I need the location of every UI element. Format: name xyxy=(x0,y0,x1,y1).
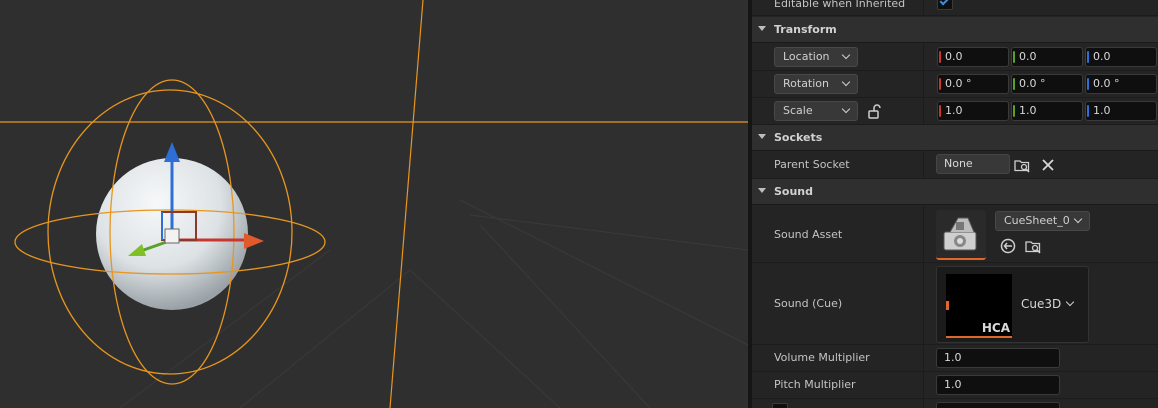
pitch-multiplier-label: Pitch Multiplier xyxy=(774,378,856,391)
details-panel: Editable when Inherited Transform Locati… xyxy=(752,0,1158,408)
sound-cue-thumbnail: HCA xyxy=(946,274,1012,338)
sound-cue-row: Sound (Cue) HCA Cue3D xyxy=(752,263,1158,345)
parent-socket-row: Parent Socket None xyxy=(752,151,1158,179)
location-y-value: 0.0 xyxy=(1019,50,1037,63)
parent-socket-value-text: None xyxy=(944,157,973,170)
use-selected-icon[interactable] xyxy=(1000,238,1016,254)
scale-z-value: 1.0 xyxy=(1093,104,1111,117)
level-viewport[interactable] xyxy=(0,0,748,408)
checkmark-icon xyxy=(939,0,950,6)
scale-mode-dropdown[interactable]: Scale xyxy=(774,101,858,121)
parent-socket-label: Parent Socket xyxy=(774,158,850,171)
transform-section-title: Transform xyxy=(774,23,837,36)
sound-cue-label: Sound (Cue) xyxy=(774,297,843,310)
chevron-down-icon xyxy=(758,188,766,193)
transform-section-header[interactable]: Transform xyxy=(752,17,1158,43)
sound-asset-icon xyxy=(943,217,977,251)
sound-asset-row: Sound Asset CueSheet_0 xyxy=(752,205,1158,263)
rotation-mode-dropdown[interactable]: Rotation xyxy=(774,74,858,94)
sound-cue-picker[interactable]: HCA Cue3D xyxy=(936,266,1089,343)
viewport-scene[interactable] xyxy=(0,0,748,408)
rotation-y-value: 0.0 ° xyxy=(1019,77,1046,90)
rotation-mode-label: Rotation xyxy=(783,77,830,90)
rotation-x-value: 0.0 ° xyxy=(945,77,972,90)
pitch-multiplier-field[interactable]: 1.0 xyxy=(936,375,1060,395)
browse-icon[interactable] xyxy=(1014,157,1030,173)
scale-x-value: 1.0 xyxy=(945,104,963,117)
editable-when-inherited-checkbox[interactable] xyxy=(937,0,953,10)
volume-multiplier-field[interactable]: 1.0 xyxy=(936,348,1060,368)
chevron-down-icon xyxy=(841,104,851,114)
sockets-section-title: Sockets xyxy=(774,131,823,144)
scale-row: Scale 1.0 1.0 1.0 xyxy=(752,98,1158,125)
location-mode-label: Location xyxy=(783,50,830,63)
editable-when-inherited-label: Editable when Inherited xyxy=(774,0,906,10)
chevron-down-icon xyxy=(841,50,851,60)
sound-asset-value: CueSheet_0 xyxy=(1004,214,1070,227)
location-x-value: 0.0 xyxy=(945,50,963,63)
sound-asset-dropdown[interactable]: CueSheet_0 xyxy=(995,211,1090,231)
rotation-row: Rotation 0.0 ° 0.0 ° 0.0 ° xyxy=(752,71,1158,98)
sound-section-header[interactable]: Sound xyxy=(752,179,1158,205)
parent-socket-value[interactable]: None xyxy=(936,154,1010,174)
location-z-field[interactable]: 0.0 xyxy=(1085,47,1157,67)
sound-asset-thumbnail[interactable] xyxy=(936,210,986,260)
property-checkbox[interactable] xyxy=(772,403,788,408)
pitch-multiplier-value: 1.0 xyxy=(944,378,962,391)
rotation-z-field[interactable]: 0.0 ° xyxy=(1085,74,1157,94)
rotation-x-field[interactable]: 0.0 ° xyxy=(937,74,1009,94)
rotation-z-value: 0.0 ° xyxy=(1093,77,1120,90)
next-property-row xyxy=(752,399,1158,408)
location-x-field[interactable]: 0.0 xyxy=(937,47,1009,67)
next-property-field[interactable] xyxy=(936,402,1060,408)
location-z-value: 0.0 xyxy=(1093,50,1111,63)
location-row: Location 0.0 0.0 0.0 xyxy=(752,44,1158,71)
unlock-icon[interactable] xyxy=(866,103,882,119)
sound-cue-thumb-text: HCA xyxy=(981,321,1010,335)
rotation-y-field[interactable]: 0.0 ° xyxy=(1011,74,1083,94)
pitch-multiplier-row: Pitch Multiplier 1.0 xyxy=(752,372,1158,399)
editable-when-inherited-row: Editable when Inherited xyxy=(752,0,1158,16)
chevron-down-icon xyxy=(841,77,851,87)
scale-y-value: 1.0 xyxy=(1019,104,1037,117)
chevron-down-icon xyxy=(1073,214,1083,224)
scale-z-field[interactable]: 1.0 xyxy=(1085,101,1157,121)
volume-multiplier-label: Volume Multiplier xyxy=(774,351,870,364)
location-mode-dropdown[interactable]: Location xyxy=(774,47,858,67)
sound-section-title: Sound xyxy=(774,185,814,198)
volume-multiplier-value: 1.0 xyxy=(944,351,962,364)
scale-y-field[interactable]: 1.0 xyxy=(1011,101,1083,121)
chevron-down-icon xyxy=(758,134,766,139)
sound-asset-label: Sound Asset xyxy=(774,228,843,241)
clear-icon[interactable] xyxy=(1040,157,1056,173)
scale-x-field[interactable]: 1.0 xyxy=(937,101,1009,121)
chevron-down-icon xyxy=(758,26,766,31)
location-y-field[interactable]: 0.0 xyxy=(1011,47,1083,67)
sound-cue-marker xyxy=(946,301,949,310)
scale-mode-label: Scale xyxy=(783,104,813,117)
sound-cue-value: Cue3D xyxy=(1021,297,1062,311)
chevron-down-icon[interactable] xyxy=(1065,297,1075,307)
volume-multiplier-row: Volume Multiplier 1.0 xyxy=(752,345,1158,372)
selection-vertical-line xyxy=(389,0,424,408)
sockets-section-header[interactable]: Sockets xyxy=(752,125,1158,151)
browse-icon[interactable] xyxy=(1025,238,1041,254)
